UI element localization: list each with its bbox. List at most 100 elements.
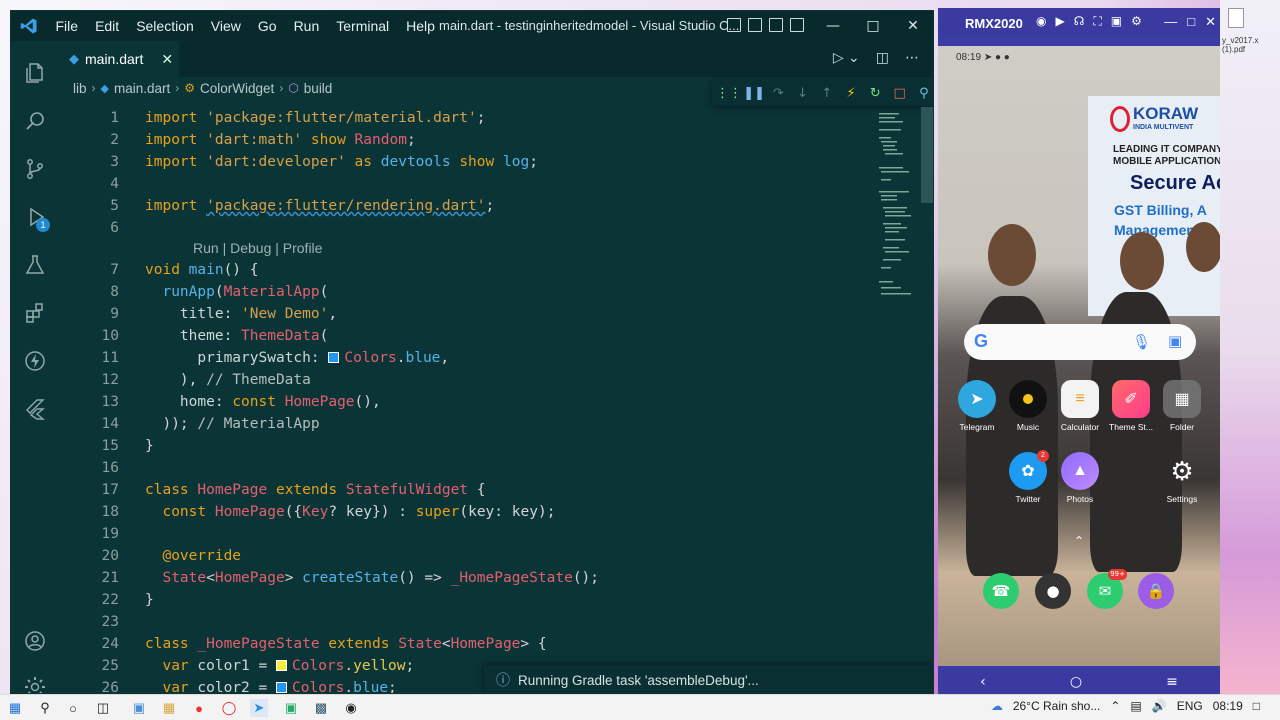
notifications-icon[interactable]: □: [1253, 699, 1260, 713]
devtools-search-icon[interactable]: ⚲: [912, 86, 933, 101]
network-icon[interactable]: ▤: [1130, 699, 1141, 713]
cortana-icon[interactable]: ○: [64, 699, 82, 717]
lens-icon[interactable]: ▣: [1168, 332, 1182, 350]
run-debug-icon[interactable]: 1: [11, 193, 59, 241]
toggle-panel-icon[interactable]: [748, 18, 762, 32]
close-icon[interactable]: ✕: [1205, 14, 1216, 30]
color-swatch-blue[interactable]: [328, 352, 340, 363]
menu-selection[interactable]: Selection: [128, 18, 203, 34]
headset-icon[interactable]: ☊: [1074, 14, 1085, 29]
tab-close-icon[interactable]: ✕: [161, 51, 173, 68]
opera-icon[interactable]: ◯: [220, 699, 238, 717]
breadcrumb-class[interactable]: ColorWidget: [200, 81, 274, 96]
lightning-icon[interactable]: [11, 337, 59, 385]
explorer-icon[interactable]: [11, 49, 59, 97]
app-calculator[interactable]: ≡ Calculator: [1054, 380, 1106, 432]
fullscreen-icon[interactable]: ⛶: [1093, 14, 1101, 29]
maximize-icon[interactable]: □: [853, 11, 893, 41]
customize-layout-icon[interactable]: [790, 18, 804, 32]
recents-icon[interactable]: ≡: [1166, 674, 1178, 690]
vscode-taskbar-icon[interactable]: ➤: [250, 699, 268, 717]
toggle-sidebar-icon[interactable]: [727, 18, 741, 32]
weather-icon[interactable]: ☁: [991, 699, 1003, 713]
desktop-file-label[interactable]: y_v2017.x (1).pdf: [1222, 36, 1258, 54]
account-icon[interactable]: [11, 617, 59, 665]
drag-handle-icon[interactable]: ⋮⋮: [716, 86, 742, 101]
obs-icon[interactable]: ◉: [342, 699, 360, 717]
tab-main-dart[interactable]: ◆ main.dart ✕: [59, 41, 179, 77]
weather-text[interactable]: 26°C Rain sho...: [1013, 699, 1101, 713]
step-over-icon[interactable]: ↷: [766, 86, 790, 101]
mic-icon[interactable]: 🎙: [1132, 333, 1151, 351]
chrome-icon[interactable]: ●: [190, 699, 208, 717]
taskbar-app-icon[interactable]: ▩: [312, 699, 330, 717]
menu-run[interactable]: Run: [285, 18, 328, 34]
app-telegram[interactable]: ➤ Telegram: [951, 380, 1003, 432]
home-icon[interactable]: ○: [1070, 674, 1082, 690]
app-settings[interactable]: ⚙ Settings: [1156, 452, 1208, 505]
camera-icon[interactable]: ◉: [1036, 14, 1046, 29]
taskbar-app-icon[interactable]: ▣: [130, 699, 148, 717]
volume-icon[interactable]: 🔊: [1152, 699, 1167, 713]
video-icon[interactable]: ▶: [1055, 14, 1064, 29]
maximize-icon[interactable]: □: [1187, 14, 1195, 30]
pdf-file-icon[interactable]: [1228, 8, 1244, 28]
step-into-icon[interactable]: ↓: [791, 86, 815, 101]
menu-view[interactable]: View: [202, 18, 249, 34]
color-swatch-blue[interactable]: [276, 682, 287, 693]
source-control-icon[interactable]: [11, 145, 59, 193]
clock[interactable]: 08:19: [1213, 699, 1243, 713]
editor-scrollbar[interactable]: [921, 107, 933, 203]
flutter-icon[interactable]: [11, 385, 59, 433]
minimap[interactable]: [877, 111, 921, 311]
app-music[interactable]: Music: [1002, 380, 1054, 432]
chevron-up-icon[interactable]: ⌃: [1110, 699, 1120, 713]
app-lock-icon[interactable]: 🔒: [1138, 573, 1174, 609]
search-icon[interactable]: [11, 97, 59, 145]
menu-help[interactable]: Help: [398, 18, 444, 34]
settings-gear-icon[interactable]: [11, 663, 59, 693]
phone-screen[interactable]: 08:19 ➤ ● ● KORAW INDIA MULTIVENT LEADIN…: [938, 46, 1220, 666]
camera-app-icon[interactable]: ●: [1035, 573, 1071, 609]
restart-icon[interactable]: ↻: [863, 86, 887, 101]
split-editor-icon[interactable]: ◫: [876, 50, 889, 66]
close-icon[interactable]: ✕: [893, 11, 933, 41]
extensions-icon[interactable]: [11, 289, 59, 337]
layers-icon[interactable]: ▣: [1111, 14, 1122, 29]
messages-icon[interactable]: ✉ 99+: [1087, 569, 1127, 609]
more-actions-icon[interactable]: ⋯: [905, 50, 919, 66]
chevron-up-icon[interactable]: ⌃: [1074, 534, 1084, 548]
toggle-secondary-sidebar-icon[interactable]: [769, 18, 783, 32]
app-photos[interactable]: ▲ Photos: [1054, 452, 1106, 504]
color-swatch-yellow[interactable]: [276, 660, 287, 671]
code-lens[interactable]: Run | Debug | Profile: [193, 240, 322, 256]
settings-icon[interactable]: ⚙: [1131, 14, 1142, 29]
step-out-icon[interactable]: ↑: [815, 86, 839, 101]
testing-flask-icon[interactable]: [11, 241, 59, 289]
app-twitter[interactable]: ✿ 2 Twitter: [1002, 450, 1054, 504]
menu-edit[interactable]: Edit: [87, 18, 128, 34]
pause-icon[interactable]: ❚❚: [742, 86, 766, 101]
search-icon[interactable]: ⚲: [36, 699, 54, 717]
stop-icon[interactable]: □: [888, 86, 912, 101]
taskbar-app-icon[interactable]: ▣: [282, 699, 300, 717]
breadcrumb-lib[interactable]: lib: [73, 81, 87, 96]
menu-file[interactable]: File: [47, 18, 87, 34]
file-explorer-icon[interactable]: ▦: [160, 699, 178, 717]
breadcrumb-method[interactable]: build: [304, 81, 333, 96]
breadcrumb-file[interactable]: main.dart: [114, 81, 170, 96]
code-editor[interactable]: 1 import 'package:flutter/material.dart';…: [59, 107, 921, 693]
task-view-icon[interactable]: ◫: [94, 699, 112, 717]
run-file-icon[interactable]: ▷ ⌄: [833, 50, 860, 66]
minimize-icon[interactable]: —: [1164, 14, 1177, 30]
menu-terminal[interactable]: Terminal: [328, 18, 398, 34]
language-indicator[interactable]: ENG: [1177, 699, 1203, 713]
app-folder[interactable]: ▦ Folder: [1156, 380, 1208, 432]
back-icon[interactable]: ‹: [980, 674, 986, 690]
windows-start-icon[interactable]: ▦: [6, 699, 24, 717]
menu-go[interactable]: Go: [249, 18, 285, 34]
hot-reload-icon[interactable]: ⚡: [839, 86, 863, 101]
phone-call-icon[interactable]: ☎: [983, 573, 1019, 609]
app-theme-store[interactable]: ✐ Theme St...: [1105, 380, 1157, 432]
minimize-icon[interactable]: —: [813, 11, 853, 41]
